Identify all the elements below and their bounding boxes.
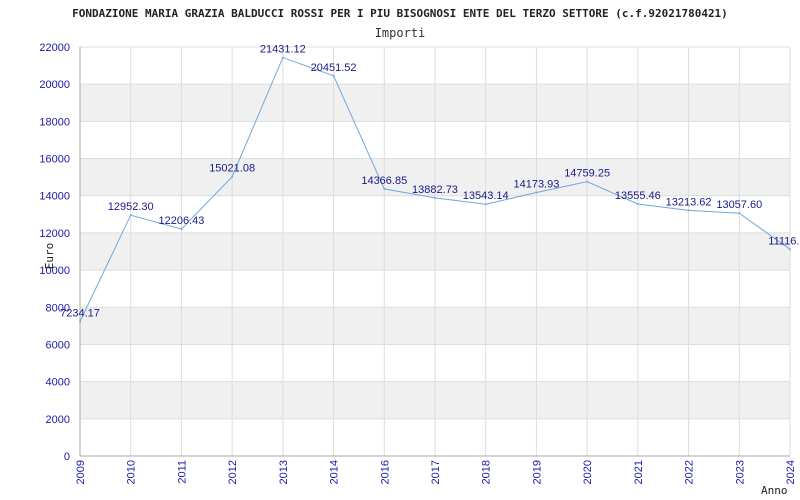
x-axis-label: Anno — [761, 484, 788, 497]
data-label: 20451.52 — [311, 62, 357, 74]
data-point — [383, 187, 386, 190]
y-tick-label: 14000 — [39, 191, 70, 203]
data-point — [79, 320, 81, 323]
y-tick-label: 18000 — [39, 116, 70, 128]
data-label: 12952.30 — [108, 201, 154, 213]
x-tick-label: 2023 — [734, 460, 746, 484]
data-point — [434, 196, 436, 199]
data-label: 7234.17 — [60, 308, 100, 320]
data-point — [180, 228, 183, 231]
data-label: 13543.14 — [463, 190, 509, 202]
data-point — [738, 212, 741, 215]
x-tick-label: 2009 — [75, 460, 87, 484]
y-tick-label: 12000 — [39, 228, 70, 240]
data-point — [281, 56, 284, 59]
x-tick-label: 2022 — [684, 460, 696, 484]
y-tick-label: 4000 — [46, 377, 70, 389]
x-tick-label: 2011 — [176, 460, 188, 484]
data-point — [332, 74, 335, 77]
x-tick-label: 2020 — [582, 460, 594, 484]
y-tick-label: 0 — [64, 451, 70, 463]
x-tick-label: 2014 — [329, 460, 341, 484]
data-point — [789, 248, 791, 251]
data-label: 13882.73 — [412, 184, 458, 196]
chart-title: FONDAZIONE MARIA GRAZIA BALDUCCI ROSSI P… — [72, 7, 728, 20]
data-label: 11116.89 — [768, 235, 800, 247]
data-label: 13057.60 — [716, 199, 762, 211]
chart-subtitle: Importi — [375, 26, 426, 40]
data-point — [535, 191, 538, 194]
x-tick-label: 2016 — [379, 460, 391, 484]
data-label: 13555.46 — [615, 190, 661, 202]
x-axis-ticks: 2009 2010 2011 2012 2013 2014 2016 2017 2018 2019… — [75, 460, 797, 484]
data-point — [129, 214, 132, 217]
x-tick-label: 2012 — [227, 460, 239, 484]
data-label: 14759.25 — [564, 168, 610, 180]
y-tick-label: 22000 — [39, 42, 70, 54]
x-tick-label: 2019 — [531, 460, 543, 484]
y-axis-label: Euro — [43, 243, 56, 270]
y-tick-label: 16000 — [39, 154, 70, 166]
y-tick-label: 6000 — [46, 339, 70, 351]
x-tick-label: 2018 — [481, 460, 493, 484]
data-point — [636, 202, 639, 205]
data-label: 14366.85 — [361, 175, 407, 187]
line-chart: FONDAZIONE MARIA GRAZIA BALDUCCI ROSSI P… — [39, 7, 800, 497]
data-point — [687, 209, 690, 212]
data-label: 13213.62 — [666, 196, 712, 208]
x-tick-label: 2017 — [430, 460, 442, 484]
data-point — [231, 175, 234, 178]
x-tick-label: 2021 — [633, 460, 645, 484]
data-point — [586, 180, 589, 183]
data-label: 14173.93 — [513, 178, 559, 190]
x-tick-label: 2024 — [785, 460, 797, 484]
x-tick-label: 2010 — [126, 460, 138, 484]
x-tick-label: 2013 — [278, 460, 290, 484]
y-tick-label: 20000 — [39, 79, 70, 91]
data-point — [484, 203, 487, 206]
data-label: 12206.43 — [158, 215, 204, 227]
y-tick-label: 2000 — [46, 414, 70, 426]
data-label: 15021.08 — [209, 163, 255, 175]
data-label: 21431.12 — [260, 44, 306, 56]
